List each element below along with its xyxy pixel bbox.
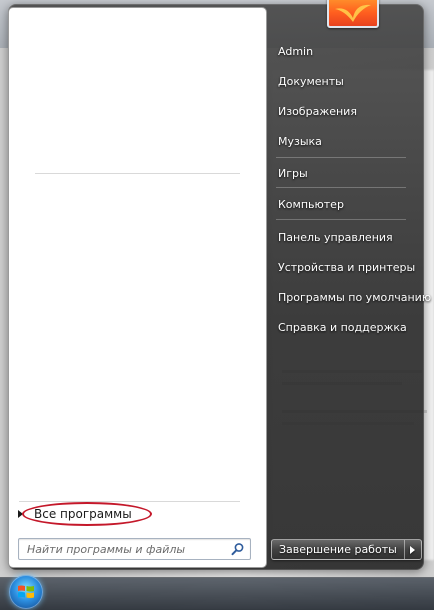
start-menu-left-pane bbox=[8, 7, 267, 568]
right-item-games[interactable]: Игры bbox=[278, 164, 308, 182]
shutdown-button[interactable]: Завершение работы bbox=[272, 540, 404, 559]
right-item-label: Панель управления bbox=[278, 230, 393, 244]
right-item-label: Admin bbox=[278, 44, 314, 58]
right-item-help-support[interactable]: Справка и поддержка bbox=[278, 318, 407, 336]
right-item-default-programs[interactable]: Программы по умолчанию bbox=[278, 288, 431, 306]
right-item-label: Игры bbox=[278, 166, 308, 180]
right-separator bbox=[276, 219, 406, 220]
all-programs-separator bbox=[19, 501, 240, 502]
right-item-devices-printers[interactable]: Устройства и принтеры bbox=[278, 258, 415, 276]
right-item-admin[interactable]: Admin bbox=[278, 42, 313, 60]
shutdown-label: Завершение работы bbox=[279, 543, 397, 556]
windows-logo-icon bbox=[18, 585, 34, 598]
right-item-documents[interactable]: Документы bbox=[278, 72, 344, 90]
right-separator bbox=[276, 157, 406, 158]
right-item-computer[interactable]: Компьютер bbox=[278, 195, 344, 213]
search-input[interactable] bbox=[19, 540, 229, 558]
right-item-label: Справка и поддержка bbox=[278, 320, 407, 334]
right-item-label: Изображения bbox=[278, 104, 357, 118]
highlight-annotation-ellipse bbox=[22, 502, 152, 526]
right-item-label: Устройства и принтеры bbox=[278, 260, 416, 274]
pinned-recent-separator bbox=[35, 173, 240, 174]
right-item-label: Программы по умолчанию bbox=[278, 290, 432, 304]
right-item-label: Музыка bbox=[278, 134, 322, 148]
shutdown-options-button[interactable] bbox=[403, 540, 421, 559]
right-item-control-panel[interactable]: Панель управления bbox=[278, 228, 393, 246]
right-item-label: Компьютер bbox=[278, 197, 344, 211]
start-button[interactable] bbox=[9, 575, 43, 609]
shutdown-control: Завершение работы bbox=[271, 539, 422, 560]
right-item-music[interactable]: Музыка bbox=[278, 132, 322, 150]
chevron-right-icon bbox=[410, 545, 416, 554]
right-item-pictures[interactable]: Изображения bbox=[278, 102, 357, 120]
search-icon[interactable] bbox=[229, 540, 247, 558]
right-separator bbox=[276, 187, 406, 188]
taskbar bbox=[0, 577, 434, 610]
search-box[interactable] bbox=[18, 538, 251, 560]
right-item-label: Документы bbox=[278, 74, 344, 88]
user-picture[interactable] bbox=[327, 0, 379, 28]
